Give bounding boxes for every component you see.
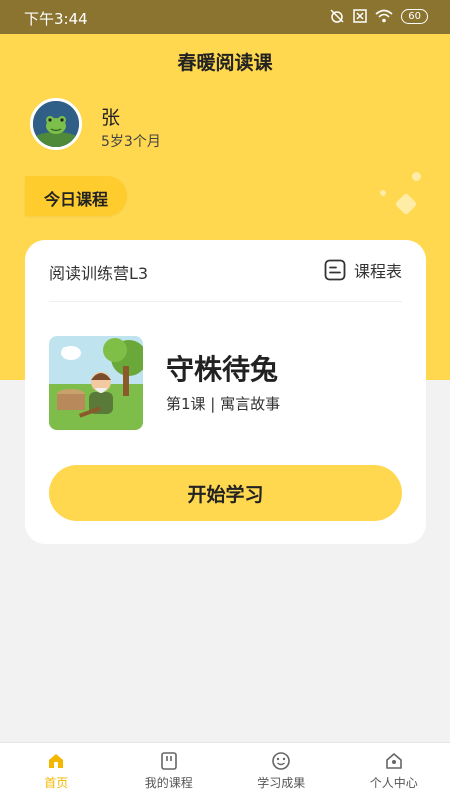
- decor-dot: [412, 172, 421, 181]
- status-time: 下午3:44: [24, 8, 88, 29]
- today-course-label: 今日课程: [44, 186, 108, 210]
- frog-avatar-icon: [33, 101, 79, 147]
- schedule-button[interactable]: 课程表: [324, 258, 402, 282]
- tab-my-courses-label: 我的课程: [145, 774, 193, 791]
- tab-home-label: 首页: [44, 774, 68, 791]
- status-icons: 60: [329, 8, 428, 24]
- tab-profile[interactable]: 个人中心: [338, 743, 450, 801]
- start-learning-button[interactable]: 开始学习: [49, 465, 402, 521]
- user-age: 5岁3个月: [101, 131, 161, 151]
- today-course-tab[interactable]: 今日课程: [25, 176, 127, 216]
- lesson-illustration: [49, 336, 143, 430]
- schedule-icon: [324, 259, 346, 281]
- battery-icon: 60: [401, 9, 428, 24]
- profile-house-icon: [384, 751, 404, 771]
- achievement-icon: [271, 751, 291, 771]
- decor-dot: [380, 190, 386, 196]
- camp-name: 阅读训练营L3: [49, 260, 148, 284]
- decor-diamond: [395, 193, 418, 216]
- divider: [49, 301, 402, 302]
- lesson-thumbnail[interactable]: [49, 336, 143, 430]
- tab-achievements[interactable]: 学习成果: [225, 743, 338, 801]
- avatar[interactable]: [30, 98, 82, 150]
- schedule-label: 课程表: [354, 258, 402, 282]
- lesson-subtitle: 第1课 | 寓言故事: [166, 393, 280, 414]
- status-bar: 下午3:44 60: [0, 0, 450, 34]
- user-name: 张: [101, 103, 120, 130]
- wifi-icon: [375, 9, 393, 23]
- tab-my-courses[interactable]: 我的课程: [113, 743, 226, 801]
- course-book-icon: [159, 751, 179, 771]
- tab-home[interactable]: 首页: [0, 743, 113, 801]
- alarm-off-icon: [329, 8, 345, 24]
- course-card: 阅读训练营L3 课程表 守株待兔 第1课 | 寓言故事 开始学习: [25, 240, 426, 544]
- home-icon: [46, 751, 66, 771]
- sim-off-icon: [353, 8, 367, 24]
- bottom-tab-bar: 首页 我的课程 学习成果 个人中心: [0, 742, 450, 801]
- tab-achievements-label: 学习成果: [257, 774, 305, 791]
- lesson-title: 守株待兔: [166, 348, 278, 388]
- tab-profile-label: 个人中心: [370, 774, 418, 791]
- page-title: 春暖阅读课: [0, 48, 450, 75]
